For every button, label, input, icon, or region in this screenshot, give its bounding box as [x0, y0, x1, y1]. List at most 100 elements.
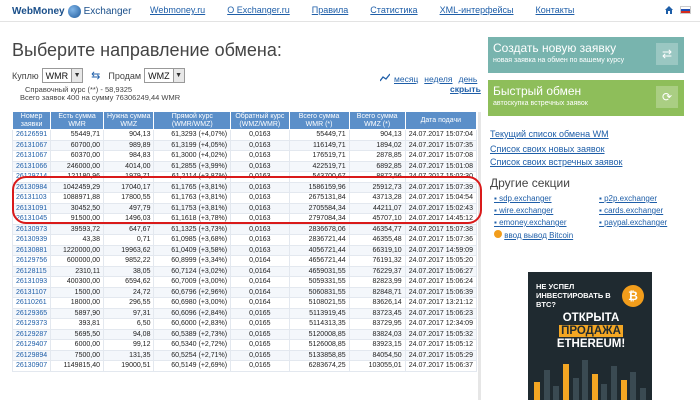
table-row[interactable]: 26130939 43,38 0,71 61,0985 (+3,68%) 0,0163 2…	[11, 234, 478, 246]
link-my-new-orders[interactable]: Список своих новых заявок	[490, 143, 622, 155]
table-cell[interactable]: 26129365	[11, 307, 52, 319]
link-cards[interactable]: ▪ cards.exchanger	[599, 206, 684, 216]
table-row[interactable]: 26130984 1042459,29 17040,17 61,1765 (+3,81…	[11, 181, 478, 193]
table-cell: 55449,71	[288, 129, 350, 141]
table-row[interactable]: 26131066 246000,00 4014,00 61,2855 (+3,99%)…	[11, 160, 478, 172]
swap-icon[interactable]: ⇆	[91, 69, 100, 82]
table-cell[interactable]: 26129407	[11, 339, 52, 351]
table-cell: 19000,51	[102, 360, 155, 372]
sell-currency-select[interactable]: WMZ ▼	[144, 68, 185, 83]
table-cell: 422519,71	[288, 160, 350, 172]
column-header[interactable]: Всего сумма WMR (*)	[288, 111, 350, 130]
table-cell[interactable]: 26126591	[11, 129, 52, 141]
table-cell[interactable]: 26130881	[11, 244, 52, 256]
nav-xml[interactable]: XML-интерфейсы	[440, 5, 514, 15]
table-row[interactable]: 26130881 1220000,00 19963,62 61,0409 (+3,58…	[11, 244, 478, 256]
table-row[interactable]: 26126591 55449,71 904,13 61,3293 (+4,07%) 0,…	[11, 129, 478, 141]
table-cell[interactable]: 26129373	[11, 318, 52, 330]
nav-rules[interactable]: Правила	[312, 5, 349, 15]
table-row[interactable]: 26129756 600000,00 9852,22 60,8999 (+3,34%)…	[11, 255, 478, 267]
nav-webmoney[interactable]: Webmoney.ru	[150, 5, 205, 15]
table-row[interactable]: 26131045 91500,00 1496,03 61,1618 (+3,78%) 0…	[11, 213, 478, 225]
table-cell: 83824,03	[348, 328, 406, 340]
table-cell: 24.07.2017 15:06:27	[404, 265, 478, 277]
hide-link[interactable]: скрыть	[450, 84, 481, 94]
table-cell[interactable]: 26129287	[11, 328, 52, 340]
table-row[interactable]: 26129287 5695,50 94,08 60,5389 (+2,73%) 0,01…	[11, 328, 478, 340]
table-row[interactable]: 26129407 6000,00 99,12 60,5340 (+2,72%) 0,01…	[11, 339, 478, 351]
table-cell[interactable]: 26131067	[11, 139, 52, 151]
home-icon[interactable]	[664, 5, 674, 15]
table-row[interactable]: 26131091 30452,50 497,79 61,1753 (+3,81%) 0,…	[11, 202, 478, 214]
table-cell: 60,5389 (+2,73%)	[153, 328, 232, 340]
ad-banner[interactable]: НЕ УСПЕЛ ИНВЕСТИРОВАТЬ В BTC? ₿ ОТКРЫТА …	[528, 272, 652, 400]
table-cell[interactable]: 26128115	[11, 265, 52, 277]
table-cell: 4656721,44	[288, 255, 350, 267]
russian-flag-icon[interactable]	[680, 6, 691, 14]
logo[interactable]: WebMoney Exchanger	[12, 3, 131, 19]
link-p2p[interactable]: ▪ p2p.exchanger	[599, 194, 684, 204]
table-cell[interactable]: 26130939	[11, 234, 52, 246]
fast-exchange-button[interactable]: Быстрый обмен автоскупка встречных заяво…	[488, 80, 684, 116]
link-emoney[interactable]: ▪ emoney.exchanger	[494, 218, 599, 228]
table-cell[interactable]: 26131091	[11, 202, 52, 214]
table-row[interactable]: 26129373 393,81 6,50 60,6000 (+2,83%) 0,0165…	[11, 318, 478, 330]
link-paypal[interactable]: ▪ paypal.exchanger	[599, 218, 684, 228]
period-week[interactable]: неделя	[424, 74, 452, 84]
column-header[interactable]: Прямой курс (WMR/WMZ)	[153, 111, 232, 130]
table-cell[interactable]: 26129714	[11, 171, 52, 183]
link-current-list[interactable]: Текущий список обмена WM	[490, 128, 622, 140]
table-cell[interactable]: 26110261	[11, 297, 52, 309]
period-month[interactable]: месяц	[394, 74, 418, 84]
table-header-row: Номер заявки Есть сумма WMR Нужна сумма WM…	[11, 111, 478, 130]
table-row[interactable]: 26131067 60370,00 984,83 61,3000 (+4,02%) 0,…	[11, 150, 478, 162]
table-cell[interactable]: 26131066	[11, 160, 52, 172]
column-header[interactable]: Нужна сумма WMZ	[102, 111, 155, 130]
table-cell[interactable]: 26131045	[11, 213, 52, 225]
column-header[interactable]: Всего сумма WMZ (*)	[348, 111, 406, 130]
nav-contacts[interactable]: Контакты	[536, 5, 575, 15]
period-day[interactable]: день	[459, 74, 478, 84]
table-row[interactable]: 26128115 2310,11 38,05 60,7124 (+3,02%) 0,01…	[11, 265, 478, 277]
table-row[interactable]: 26129714 121180,96 1979,71 61,2114 (+3,87%)…	[11, 171, 478, 183]
create-order-button[interactable]: Создать новую заявку новая заявка на обм…	[488, 37, 684, 73]
table-cell[interactable]: 26131107	[11, 286, 52, 298]
nav-stats[interactable]: Статистика	[370, 5, 417, 15]
table-cell: 5120008,85	[288, 328, 350, 340]
table-row[interactable]: 26110261 18000,00 296,55 60,6980 (+3,00%) 0,…	[11, 297, 478, 309]
link-bitcoin[interactable]: ввод вывод Bitcoin	[494, 230, 599, 241]
column-header[interactable]: Номер заявки	[11, 111, 52, 130]
table-cell[interactable]: 26129894	[11, 349, 52, 361]
scrollbar[interactable]	[478, 112, 481, 400]
buy-currency-select[interactable]: WMR ▼	[41, 68, 84, 83]
table-row[interactable]: 26131093 400300,00 6594,62 60,7009 (+3,00%)…	[11, 276, 478, 288]
column-header[interactable]: Есть сумма WMR	[50, 111, 104, 130]
table-cell[interactable]: 26131093	[11, 276, 52, 288]
table-row[interactable]: 26130907 1149815,40 19000,51 60,5149 (+2,69…	[11, 360, 478, 372]
table-cell: 393,81	[50, 318, 104, 330]
table-cell[interactable]: 26130907	[11, 360, 52, 372]
table-cell[interactable]: 26131067	[11, 150, 52, 162]
table-cell: 1220000,00	[50, 244, 104, 256]
column-header[interactable]: Обратный курс (WMZ/WMR)	[230, 111, 290, 130]
table-cell: 2705584,34	[288, 202, 350, 214]
table-cell[interactable]: 26131103	[11, 192, 52, 204]
table-row[interactable]: 26131103 1088971,88 17800,55 61,1763 (+3,81…	[11, 192, 478, 204]
chart-icon[interactable]	[380, 73, 390, 82]
table-row[interactable]: 26129365 5897,90 97,31 60,6096 (+2,84%) 0,01…	[11, 307, 478, 319]
table-row[interactable]: 26131067 60700,00 989,89 61,3199 (+4,05%) 0,…	[11, 139, 478, 151]
table-cell[interactable]: 26129756	[11, 255, 52, 267]
nav-about[interactable]: О Exchanger.ru	[227, 5, 290, 15]
table-cell: 5114313,35	[288, 318, 350, 330]
table-row[interactable]: 26131107 1500,00 24,72 60,6796 (+2,96%) 0,01…	[11, 286, 478, 298]
table-cell: 0,0165	[230, 339, 290, 351]
table-cell[interactable]: 26130984	[11, 181, 52, 193]
table-row[interactable]: 26129894 7500,00 131,35 60,5254 (+2,71%) 0,0…	[11, 349, 478, 361]
link-wire[interactable]: ▪ wire.exchanger	[494, 206, 599, 216]
table-cell[interactable]: 26130973	[11, 223, 52, 235]
fast-exchange-subtitle: автоскупка встречных заявок	[493, 100, 588, 107]
link-my-counter-orders[interactable]: Список своих встречных заявок	[490, 156, 622, 168]
table-row[interactable]: 26130973 39593,72 647,67 61,1325 (+3,73%) 0,…	[11, 223, 478, 235]
link-sdp[interactable]: ▪ sdp.exchanger	[494, 194, 599, 204]
column-header[interactable]: Дата подачи	[404, 111, 478, 130]
